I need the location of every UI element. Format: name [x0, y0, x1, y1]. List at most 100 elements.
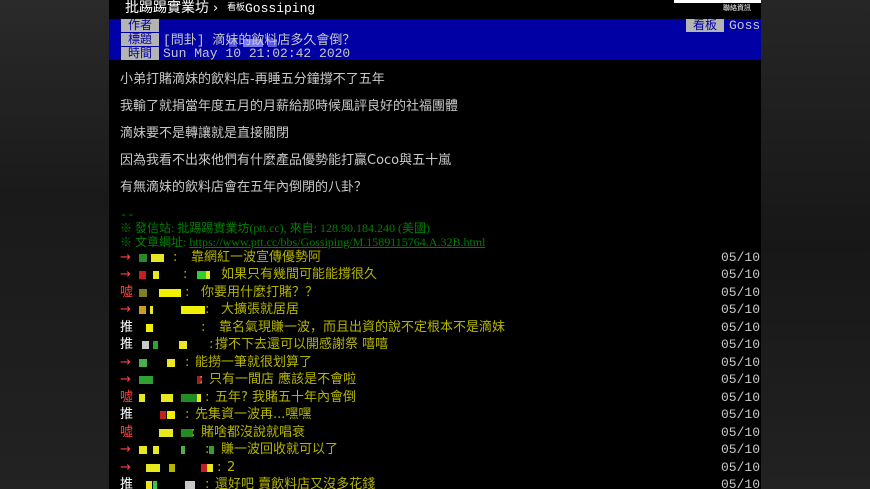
blurred-margin-left: [0, 0, 109, 489]
comment-date: 05/10: [721, 337, 761, 352]
article-url-line: ※ 文章網址: https://www.ptt.cc/bbs/Gossiping…: [120, 235, 485, 249]
commenter-id-redacted: [139, 289, 147, 297]
comment-date: 05/10: [721, 355, 761, 370]
commenter-id-redacted: [181, 446, 185, 454]
comment-text: 賺一波回收就可以了: [221, 442, 339, 457]
comment-tag: 噓: [120, 425, 134, 440]
comment-colon: :: [205, 477, 210, 489]
comment-tag: →: [120, 442, 131, 457]
commenter-id-redacted: [159, 289, 181, 297]
comment-row: 推: 撐不下去還可以開感謝祭 嘻嘻 05/10: [109, 336, 761, 353]
comment-colon: :: [205, 390, 210, 405]
comment-colon: :: [209, 337, 214, 352]
comment-text: 還好吧 賣飲料店又沒多花錢: [215, 477, 376, 489]
article-time: Sun May 10 21:02:42 2020: [163, 46, 351, 61]
comment-row: 推: 還好吧 賣飲料店又沒多花錢 05/10: [109, 476, 761, 489]
body-line: 因為我看不出來他們有什麼產品優勢能打贏Coco與五十嵐: [120, 153, 452, 168]
comment-text: 能撈一筆就很划算了: [195, 355, 313, 370]
commenter-id-redacted: [181, 394, 197, 402]
comment-colon: :: [185, 407, 190, 422]
top-bar: 批踢踢實業坊 › 看板 Gossiping 聯絡資訊: [109, 0, 761, 19]
post-source-line: ※ 發信站: 批踢踢實業坊(ptt.cc), 來自: 128.90.184.24…: [120, 221, 430, 235]
contact-link[interactable]: 聯絡資訊: [723, 4, 751, 12]
comment-text: 先集資一波再...嘿嘿: [195, 407, 312, 422]
comment-tag: 推: [120, 337, 134, 352]
commenter-id-redacted: [146, 324, 153, 332]
commenter-id-redacted: [167, 411, 175, 419]
commenter-id-redacted: [142, 341, 149, 349]
commenter-id-redacted: [139, 394, 145, 402]
body-line: 小弟打賭滴妹的飲料店-再睡五分鐘撐不了五年: [120, 72, 385, 87]
board-name-link[interactable]: Gossiping: [245, 0, 315, 17]
article-url-link[interactable]: https://www.ptt.cc/bbs/Gossiping/M.15891…: [189, 235, 485, 249]
commenter-id-redacted: [197, 271, 206, 279]
comment-date: 05/10: [721, 285, 761, 300]
commenter-id-redacted: [181, 306, 205, 314]
comment-colon: :: [183, 267, 188, 282]
comment-colon: :: [205, 442, 210, 457]
top-search-bar[interactable]: [674, 0, 761, 3]
comment-colon: :: [185, 355, 190, 370]
comment-text: 你要用什麼打賭？？: [201, 285, 319, 300]
comment-row: 噓: 賭啥都沒說就唱衰 05/10: [109, 424, 761, 441]
time-label: 時間: [121, 47, 159, 60]
comment-text: 2: [227, 460, 236, 475]
comment-row: →: 大擴張就居居 05/10: [109, 301, 761, 318]
comment-text: 只有一間店 應該是不會啦: [209, 372, 357, 387]
comment-row: →: 靠網紅一波宣傳優勢阿 05/10: [109, 249, 761, 266]
commenter-id-redacted: [139, 376, 153, 384]
comment-row: 推: 先集資一波再...嘿嘿 05/10: [109, 406, 761, 423]
comment-tag: 推: [120, 320, 134, 335]
comment-colon: :: [217, 460, 222, 475]
comment-colon: :: [199, 372, 204, 387]
commenter-id-redacted: [160, 411, 166, 419]
commenter-id-redacted: [146, 464, 160, 472]
comment-tag: →: [120, 355, 131, 370]
comment-text: 大擴張就居居: [221, 302, 300, 317]
commenter-id-redacted: [197, 394, 201, 402]
board-header-label: 看板: [686, 19, 724, 32]
commenter-id-redacted: [185, 481, 195, 489]
signature-separator: --: [120, 208, 135, 222]
comment-row: →: 如果只有幾間可能能撐很久 05/10: [109, 266, 761, 283]
comment-date: 05/10: [721, 372, 761, 387]
commenter-id-redacted: [153, 271, 159, 279]
comment-tag: 推: [120, 477, 134, 489]
comment-date: 05/10: [721, 320, 761, 335]
comment-row: →: 只有一間店 應該是不會啦 05/10: [109, 371, 761, 388]
body-line: 有無滴妹的飲料店會在五年內倒閉的八卦？: [120, 180, 368, 195]
comment-colon: :: [173, 250, 178, 265]
commenter-id-redacted: [179, 341, 187, 349]
comment-colon: :: [201, 320, 206, 335]
author-label: 作者: [121, 19, 159, 32]
commenter-id-redacted: [207, 464, 213, 472]
comment-text: 靠網紅一波宣傳優勢阿: [191, 250, 322, 265]
commenter-id-redacted: [151, 254, 164, 262]
comment-tag: →: [120, 250, 131, 265]
comment-text: 賭啥都沒說就唱衰: [201, 425, 306, 440]
comment-date: 05/10: [721, 425, 761, 440]
comment-tag: →: [120, 460, 131, 475]
commenter-id-redacted: [146, 481, 152, 489]
comment-text: 撐不下去還可以開感謝祭 嘻嘻: [215, 337, 389, 352]
commenter-id-redacted: [139, 306, 146, 314]
site-name-link[interactable]: 批踢踢實業坊: [125, 0, 209, 17]
board-label: 看板: [227, 3, 246, 13]
commenter-id-redacted: [167, 359, 175, 367]
comment-date: 05/10: [721, 477, 761, 489]
commenter-id-redacted: [209, 446, 214, 454]
commenter-id-redacted: [139, 254, 147, 262]
comment-text: 靠名氣現賺一波，而且出資的說不定根本不是滴妹: [219, 320, 506, 335]
comment-row: →: 賺一波回收就可以了 05/10: [109, 441, 761, 458]
commenter-id-redacted: [153, 446, 159, 454]
comment-date: 05/10: [721, 302, 761, 317]
commenter-id-redacted: [159, 429, 173, 437]
comment-row: 推: 靠名氣現賺一波，而且出資的說不定根本不是滴妹 05/10: [109, 319, 761, 336]
commenter-id-redacted: [206, 271, 210, 279]
comment-date: 05/10: [721, 460, 761, 475]
comment-row: →:2 05/10: [109, 459, 761, 476]
commenter-id-redacted: [161, 394, 173, 402]
commenter-id-redacted: [169, 464, 175, 472]
ptt-article-page: 批踢踢實業坊 › 看板 Gossiping 聯絡資訊 作者 標題 時間 [問卦]…: [109, 0, 761, 489]
comment-tag: 噓: [120, 390, 134, 405]
